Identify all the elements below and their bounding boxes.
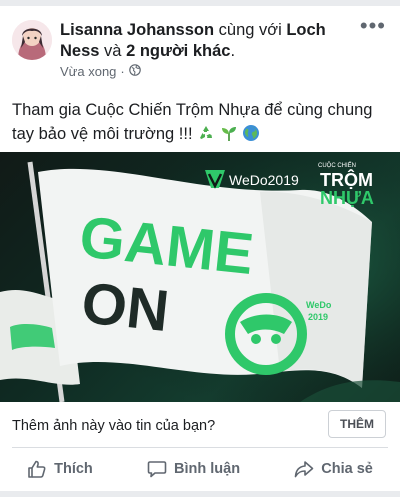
- with-text: cùng với: [218, 21, 282, 39]
- add-to-story-button[interactable]: THÊM: [328, 410, 386, 438]
- author-name[interactable]: Lisanna Johansson: [60, 21, 214, 39]
- divider: [12, 447, 388, 448]
- campaign-bottom: NHỰA: [320, 188, 374, 208]
- post-card: Lisanna Johansson cùng với Loch Ness và …: [0, 6, 400, 491]
- add-to-story-prompt: Thêm ảnh này vào tin của bạn?: [12, 418, 216, 434]
- badge-text-wedo: WeDo: [306, 300, 332, 310]
- comment-button[interactable]: Bình luận: [147, 459, 240, 479]
- period: .: [230, 42, 236, 60]
- others-link[interactable]: 2 người khác: [126, 42, 230, 60]
- action-bar: Thích Bình luận Chia sẻ: [0, 450, 400, 488]
- post-body-text: Tham gia Cuộc Chiến Trộm Nhựa để cùng ch…: [12, 101, 373, 143]
- campaign-small: CUỘC CHIẾN: [318, 162, 356, 169]
- badge-text-year: 2019: [308, 312, 328, 322]
- post-photo[interactable]: GAME ON WeDo 2019 WeDo2019 CUỘC CHIẾN TR…: [0, 152, 400, 402]
- globe-icon: [242, 124, 260, 149]
- seedling-icon: [220, 124, 238, 149]
- meta-separator: ·: [120, 64, 125, 79]
- campaign-top: TRỘM: [320, 169, 373, 190]
- like-label: Thích: [54, 461, 93, 477]
- avatar[interactable]: [12, 20, 52, 60]
- comment-label: Bình luận: [174, 461, 241, 477]
- comment-icon: [147, 459, 167, 479]
- recycle-icon: [197, 124, 215, 149]
- post-body: Tham gia Cuộc Chiến Trộm Nhựa để cùng ch…: [12, 98, 392, 149]
- share-label: Chia sẻ: [321, 461, 373, 477]
- more-options-icon[interactable]: •••: [360, 15, 386, 37]
- post-time[interactable]: Vừa xong: [60, 64, 116, 79]
- post-header-text: Lisanna Johansson cùng với Loch Ness và …: [60, 20, 350, 62]
- post-meta: Vừa xong ·: [60, 64, 141, 79]
- globe-privacy-icon[interactable]: [128, 64, 141, 79]
- share-button[interactable]: Chia sẻ: [294, 459, 373, 479]
- like-button[interactable]: Thích: [27, 459, 93, 479]
- and-text: và: [104, 42, 122, 60]
- flag-text-on: ON: [79, 270, 172, 344]
- brand-name: WeDo2019: [229, 172, 299, 188]
- thumbs-up-icon: [27, 459, 47, 479]
- share-icon: [294, 459, 314, 479]
